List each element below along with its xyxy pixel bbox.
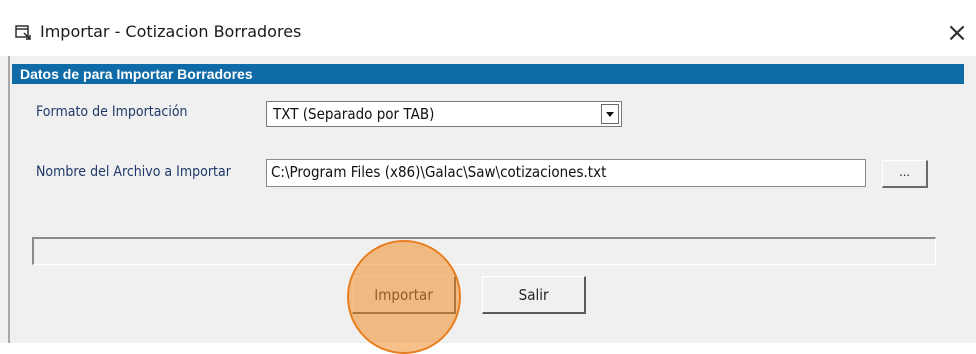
chevron-down-icon[interactable] xyxy=(601,104,619,124)
format-select[interactable]: TXT (Separado por TAB) xyxy=(266,101,622,127)
window-title: Importar - Cotizacion Borradores xyxy=(40,22,302,41)
close-button[interactable]: × xyxy=(940,16,974,50)
progress-bar xyxy=(32,237,936,265)
browse-button[interactable]: ... xyxy=(882,160,928,188)
exit-button-label: Salir xyxy=(518,286,549,304)
import-button-label: Importar xyxy=(374,286,433,304)
window-app-icon xyxy=(15,25,31,40)
section-header: Datos de para Importar Borradores xyxy=(12,64,964,84)
close-icon: × xyxy=(946,18,968,48)
import-dialog: Importar - Cotizacion Borradores × Datos… xyxy=(0,0,976,354)
exit-button[interactable]: Salir xyxy=(482,276,586,314)
file-label: Nombre del Archivo a Importar xyxy=(36,164,231,180)
title-bar: Importar - Cotizacion Borradores × xyxy=(0,0,976,56)
format-select-value: TXT (Separado por TAB) xyxy=(273,105,435,123)
format-label: Formato de Importación xyxy=(36,104,188,120)
import-button[interactable]: Importar xyxy=(352,276,456,314)
file-path-input[interactable]: C:\Program Files (x86)\Galac\Saw\cotizac… xyxy=(266,159,866,187)
file-path-value: C:\Program Files (x86)\Galac\Saw\cotizac… xyxy=(271,163,607,181)
